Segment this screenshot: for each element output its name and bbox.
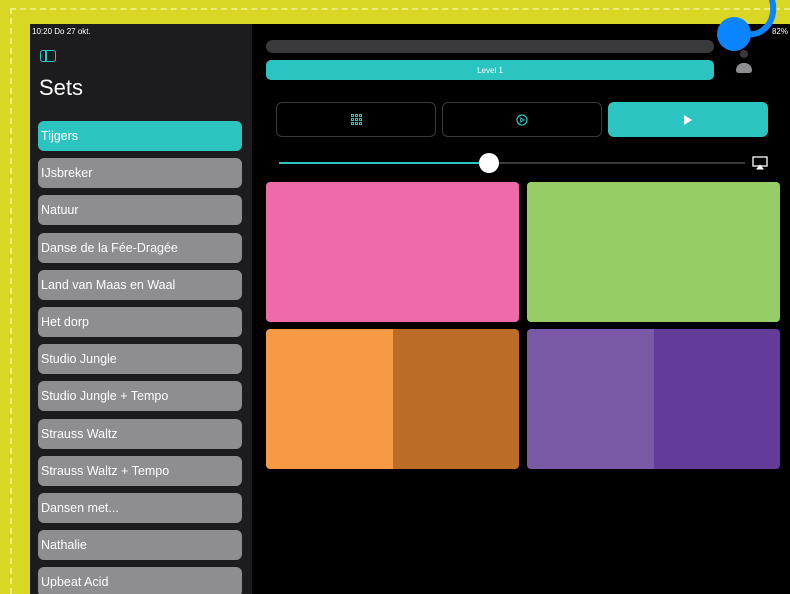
settings-button[interactable] bbox=[442, 102, 602, 137]
airplay-icon[interactable] bbox=[752, 156, 768, 170]
cursor-indicator bbox=[717, 17, 751, 51]
pad-purple-right bbox=[653, 329, 780, 469]
set-item-het-dorp[interactable]: Het dorp bbox=[38, 306, 242, 337]
main-panel: Level 1 82% bbox=[252, 24, 790, 594]
slider-thumb[interactable] bbox=[478, 153, 499, 173]
slider-fill bbox=[279, 162, 489, 164]
set-item-land-van-maas[interactable]: Land van Maas en Waal bbox=[38, 269, 242, 300]
app-screen: 10:20 Do 27 okt. Sets Tijgers IJsbreker … bbox=[30, 24, 790, 594]
pad-purple-left bbox=[527, 329, 654, 469]
set-item-strauss-waltz[interactable]: Strauss Waltz bbox=[38, 418, 242, 449]
grid-view-button[interactable] bbox=[276, 102, 436, 137]
set-item-studio-jungle-tempo[interactable]: Studio Jungle + Tempo bbox=[38, 381, 242, 412]
set-item-nathalie[interactable]: Nathalie bbox=[38, 530, 242, 561]
play-button[interactable] bbox=[608, 102, 768, 137]
pad-orange-left bbox=[266, 329, 393, 469]
pad-green-fill bbox=[527, 182, 780, 322]
set-item-upbeat-acid[interactable]: Upbeat Acid bbox=[38, 567, 242, 594]
person-icon[interactable] bbox=[736, 50, 752, 76]
level-button[interactable]: Level 1 bbox=[266, 60, 714, 80]
volume-slider[interactable] bbox=[279, 153, 745, 173]
play-icon bbox=[684, 114, 692, 125]
page-title: Sets bbox=[39, 75, 84, 100]
sidebar-icon[interactable] bbox=[40, 50, 56, 62]
grid-icon bbox=[350, 114, 362, 125]
set-item-ijsbreker[interactable]: IJsbreker bbox=[38, 158, 242, 189]
pad-orange[interactable] bbox=[266, 329, 519, 469]
set-item-studio-jungle[interactable]: Studio Jungle bbox=[38, 344, 242, 375]
pad-pink-fill bbox=[266, 182, 519, 322]
pad-pink[interactable] bbox=[266, 182, 519, 322]
pad-green[interactable] bbox=[527, 182, 780, 322]
set-item-dansen-met[interactable]: Dansen met... bbox=[38, 492, 242, 523]
pad-orange-right bbox=[392, 329, 519, 469]
level-label: Level 1 bbox=[477, 65, 503, 75]
set-item-danse[interactable]: Danse de la Fée-Dragée bbox=[38, 232, 242, 263]
battery-status: 82% bbox=[771, 27, 788, 36]
pad-purple[interactable] bbox=[527, 329, 780, 469]
status-time: 10:20 Do 27 okt. bbox=[32, 27, 91, 36]
gear-icon bbox=[516, 113, 528, 126]
sidebar: 10:20 Do 27 okt. Sets Tijgers IJsbreker … bbox=[30, 24, 252, 594]
set-item-tijgers[interactable]: Tijgers bbox=[38, 121, 242, 151]
progress-bar bbox=[266, 40, 714, 53]
set-list: Tijgers IJsbreker Natuur Danse de la Fée… bbox=[38, 121, 242, 594]
set-item-natuur[interactable]: Natuur bbox=[38, 195, 242, 226]
set-item-strauss-waltz-tempo[interactable]: Strauss Waltz + Tempo bbox=[38, 455, 242, 486]
